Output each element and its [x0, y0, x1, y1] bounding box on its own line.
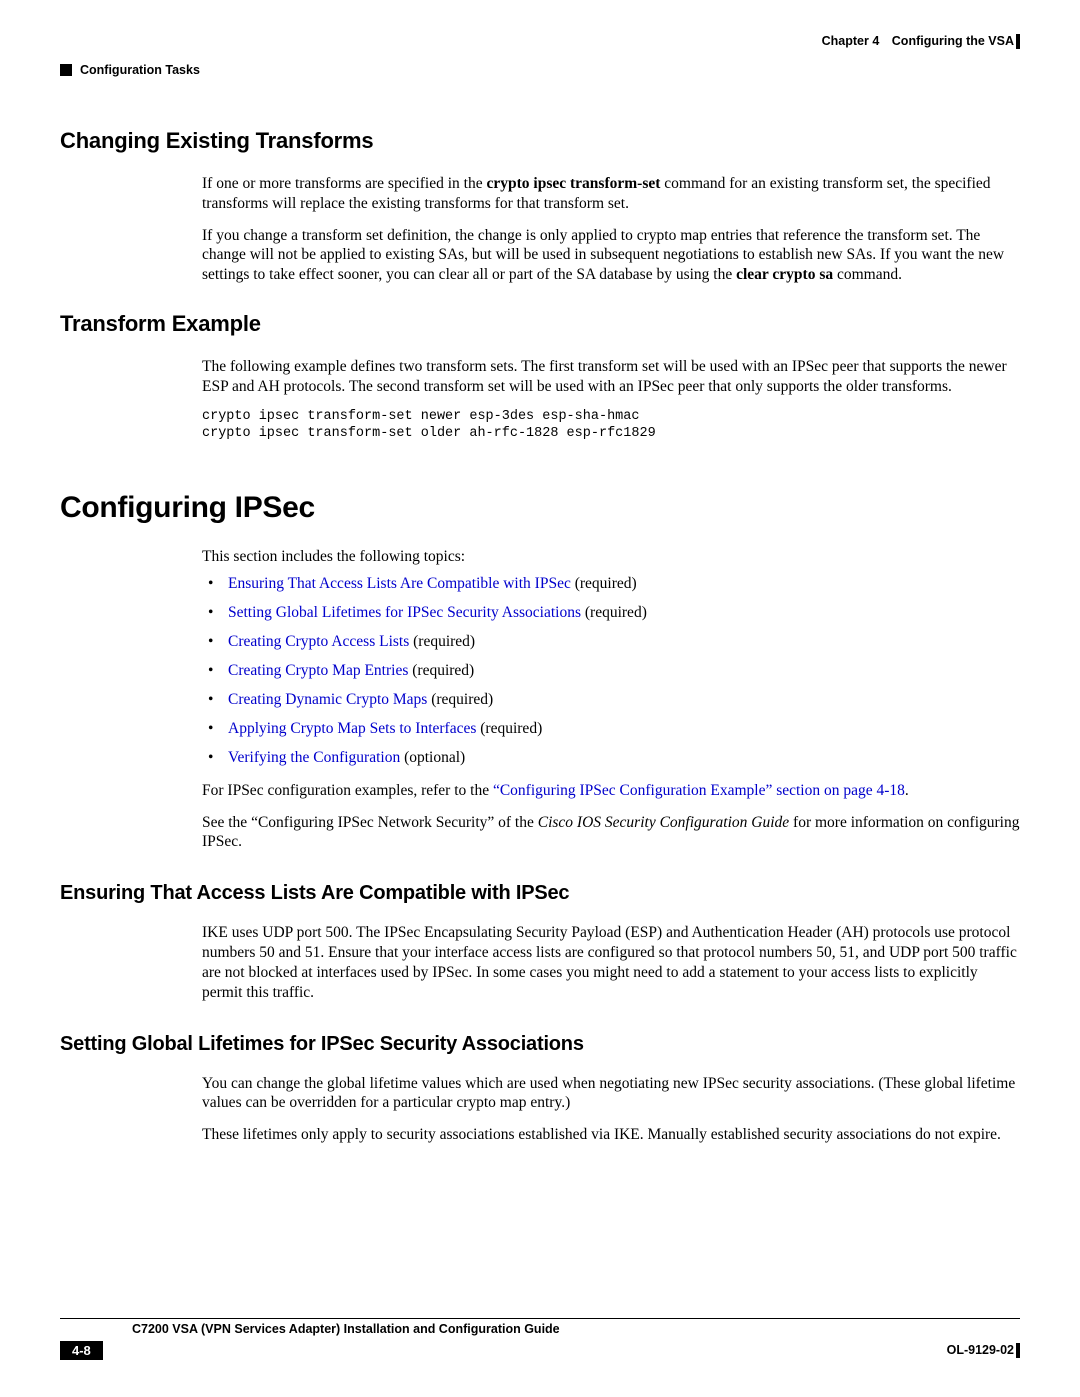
xref-link[interactable]: “Configuring IPSec Configuration Example…: [493, 782, 905, 799]
page-subheader: Configuration Tasks: [60, 64, 1020, 82]
list-item: Setting Global Lifetimes for IPSec Secur…: [202, 603, 1020, 624]
text: (required): [476, 720, 542, 737]
running-section-label: Configuration Tasks: [80, 63, 200, 77]
xref-link[interactable]: Ensuring That Access Lists Are Compatibl…: [228, 575, 571, 592]
text: (required): [409, 633, 475, 650]
text: For IPSec configuration examples, refer …: [202, 782, 493, 799]
page-footer: C7200 VSA (VPN Services Adapter) Install…: [60, 1318, 1020, 1363]
code-block: crypto ipsec transform-set newer esp-3de…: [202, 409, 1020, 443]
text: (optional): [400, 749, 465, 766]
xref-link[interactable]: Setting Global Lifetimes for IPSec Secur…: [228, 604, 581, 621]
paragraph: The following example defines two transf…: [202, 357, 1020, 397]
page-header: Chapter 4 Configuring the VSA: [60, 34, 1020, 62]
body-global-lifetimes: You can change the global lifetime value…: [202, 1074, 1020, 1145]
chapter-label: Chapter 4 Configuring the VSA: [822, 34, 1014, 48]
text: (required): [427, 691, 493, 708]
footer-bottom-row: 4-8 OL-9129-02: [60, 1341, 1020, 1363]
document-id: OL-9129-02: [947, 1343, 1014, 1357]
paragraph: If you change a transform set definition…: [202, 226, 1020, 285]
citation-title: Cisco IOS Security Configuration Guide: [538, 814, 789, 831]
text: (required): [581, 604, 647, 621]
text: If one or more transforms are specified …: [202, 175, 487, 192]
paragraph: If one or more transforms are specified …: [202, 174, 1020, 214]
list-item: Applying Crypto Map Sets to Interfaces (…: [202, 719, 1020, 740]
paragraph: This section includes the following topi…: [202, 547, 1020, 567]
section-marker-icon: [60, 64, 72, 76]
list-item: Creating Crypto Access Lists (required): [202, 632, 1020, 653]
body-ensuring-acl: IKE uses UDP port 500. The IPSec Encapsu…: [202, 923, 1020, 1002]
header-rule-mark: [1016, 34, 1020, 49]
text: .: [905, 782, 909, 799]
text: See the “Configuring IPSec Network Secur…: [202, 814, 538, 831]
body-transform-example: The following example defines two transf…: [202, 357, 1020, 442]
heading-configuring-ipsec: Configuring IPSec: [60, 491, 1020, 525]
xref-link[interactable]: Creating Crypto Access Lists: [228, 633, 409, 650]
xref-link[interactable]: Verifying the Configuration: [228, 749, 400, 766]
heading-changing-transforms: Changing Existing Transforms: [60, 128, 1020, 154]
body-configuring-ipsec: This section includes the following topi…: [202, 547, 1020, 853]
guide-title: C7200 VSA (VPN Services Adapter) Install…: [132, 1322, 1020, 1336]
list-item: Ensuring That Access Lists Are Compatibl…: [202, 574, 1020, 595]
footer-rule-mark: [1016, 1343, 1020, 1358]
paragraph: For IPSec configuration examples, refer …: [202, 781, 1020, 801]
paragraph: These lifetimes only apply to security a…: [202, 1125, 1020, 1145]
heading-global-lifetimes: Setting Global Lifetimes for IPSec Secur…: [60, 1033, 1020, 1056]
command-text: crypto ipsec transform-set: [487, 175, 661, 192]
page-content: Changing Existing Transforms If one or m…: [60, 128, 1020, 1145]
xref-link[interactable]: Creating Dynamic Crypto Maps: [228, 691, 427, 708]
paragraph: See the “Configuring IPSec Network Secur…: [202, 813, 1020, 853]
page-number-badge: 4-8: [60, 1341, 103, 1360]
heading-transform-example: Transform Example: [60, 311, 1020, 337]
xref-link[interactable]: Applying Crypto Map Sets to Interfaces: [228, 720, 476, 737]
footer-rule: [60, 1318, 1020, 1319]
list-item: Verifying the Configuration (optional): [202, 748, 1020, 769]
text: (required): [408, 662, 474, 679]
topics-list: Ensuring That Access Lists Are Compatibl…: [202, 574, 1020, 768]
command-text: clear crypto sa: [736, 266, 833, 283]
paragraph: IKE uses UDP port 500. The IPSec Encapsu…: [202, 923, 1020, 1002]
body-changing-transforms: If one or more transforms are specified …: [202, 174, 1020, 285]
list-item: Creating Crypto Map Entries (required): [202, 661, 1020, 682]
text: (required): [571, 575, 637, 592]
list-item: Creating Dynamic Crypto Maps (required): [202, 690, 1020, 711]
xref-link[interactable]: Creating Crypto Map Entries: [228, 662, 408, 679]
heading-ensuring-acl: Ensuring That Access Lists Are Compatibl…: [60, 882, 1020, 905]
paragraph: You can change the global lifetime value…: [202, 1074, 1020, 1114]
text: command.: [833, 266, 902, 283]
